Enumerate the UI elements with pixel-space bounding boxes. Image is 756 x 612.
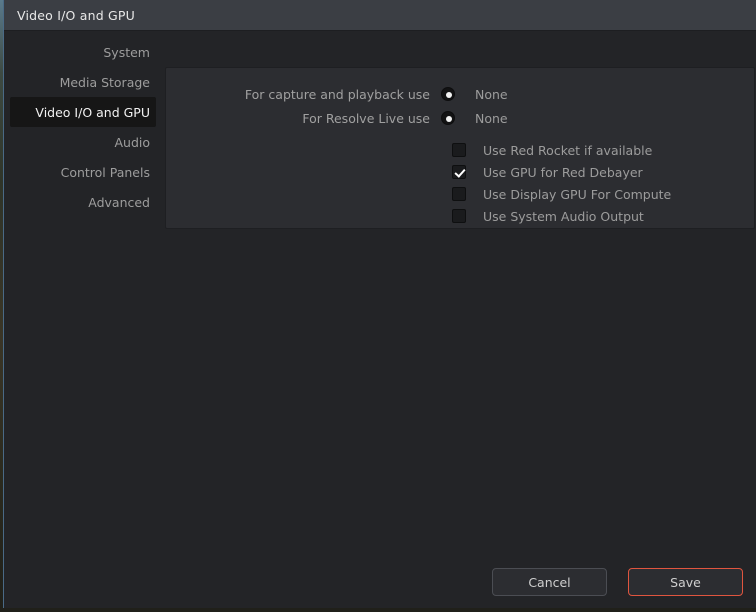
use-system-audio-output-label: Use System Audio Output: [483, 208, 644, 224]
sidebar-item-label: Video I/O and GPU: [35, 104, 150, 120]
cancel-button[interactable]: Cancel: [492, 568, 607, 596]
use-display-gpu-compute-label: Use Display GPU For Compute: [483, 186, 672, 202]
dialog-footer: Cancel Save: [4, 556, 756, 608]
use-gpu-red-debayer-label: Use GPU for Red Debayer: [483, 164, 643, 180]
sidebar-item-label: Audio: [114, 134, 150, 150]
dialog-titlebar: Video I/O and GPU: [4, 0, 756, 31]
sidebar-item-audio[interactable]: Audio: [10, 127, 156, 157]
resolve-live-value: None: [475, 110, 508, 126]
sidebar-item-advanced[interactable]: Advanced: [10, 187, 156, 217]
sidebar-item-media-storage[interactable]: Media Storage: [10, 67, 156, 97]
dialog-title: Video I/O and GPU: [17, 7, 135, 23]
use-gpu-red-debayer-row[interactable]: Use GPU for Red Debayer: [166, 161, 754, 183]
use-display-gpu-compute-checkbox[interactable]: [452, 187, 466, 201]
use-display-gpu-compute-row[interactable]: Use Display GPU For Compute: [166, 183, 754, 205]
video-io-gpu-settings-panel: For capture and playback use None For Re…: [165, 67, 755, 229]
capture-playback-label: For capture and playback use: [244, 86, 430, 102]
sidebar-item-control-panels[interactable]: Control Panels: [10, 157, 156, 187]
device-selection-group: For capture and playback use None For Re…: [166, 68, 754, 130]
capture-playback-row: For capture and playback use None: [166, 82, 754, 106]
use-red-rocket-row[interactable]: Use Red Rocket if available: [166, 139, 754, 161]
use-system-audio-output-checkbox[interactable]: [452, 209, 466, 223]
resolve-live-row: For Resolve Live use None: [166, 106, 754, 130]
preferences-dialog: Video I/O and GPU System Media Storage V…: [3, 0, 756, 608]
capture-playback-radio[interactable]: [441, 87, 455, 101]
sidebar-item-label: Advanced: [88, 194, 150, 210]
save-button[interactable]: Save: [628, 568, 743, 596]
dialog-body: System Media Storage Video I/O and GPU A…: [4, 31, 756, 608]
settings-sidebar: System Media Storage Video I/O and GPU A…: [4, 37, 162, 217]
use-red-rocket-checkbox[interactable]: [452, 143, 466, 157]
use-system-audio-output-row[interactable]: Use System Audio Output: [166, 205, 754, 227]
capture-playback-value: None: [475, 86, 508, 102]
sidebar-item-system[interactable]: System: [10, 37, 156, 67]
use-gpu-red-debayer-checkbox[interactable]: [452, 165, 466, 179]
use-red-rocket-label: Use Red Rocket if available: [483, 142, 653, 158]
resolve-live-label: For Resolve Live use: [302, 110, 430, 126]
resolve-live-radio[interactable]: [441, 111, 455, 125]
sidebar-item-label: Control Panels: [60, 164, 150, 180]
sidebar-item-label: Media Storage: [59, 74, 150, 90]
gpu-options-group: Use Red Rocket if available Use GPU for …: [166, 139, 754, 227]
sidebar-item-video-io-and-gpu[interactable]: Video I/O and GPU: [10, 97, 156, 127]
sidebar-item-label: System: [103, 44, 150, 60]
